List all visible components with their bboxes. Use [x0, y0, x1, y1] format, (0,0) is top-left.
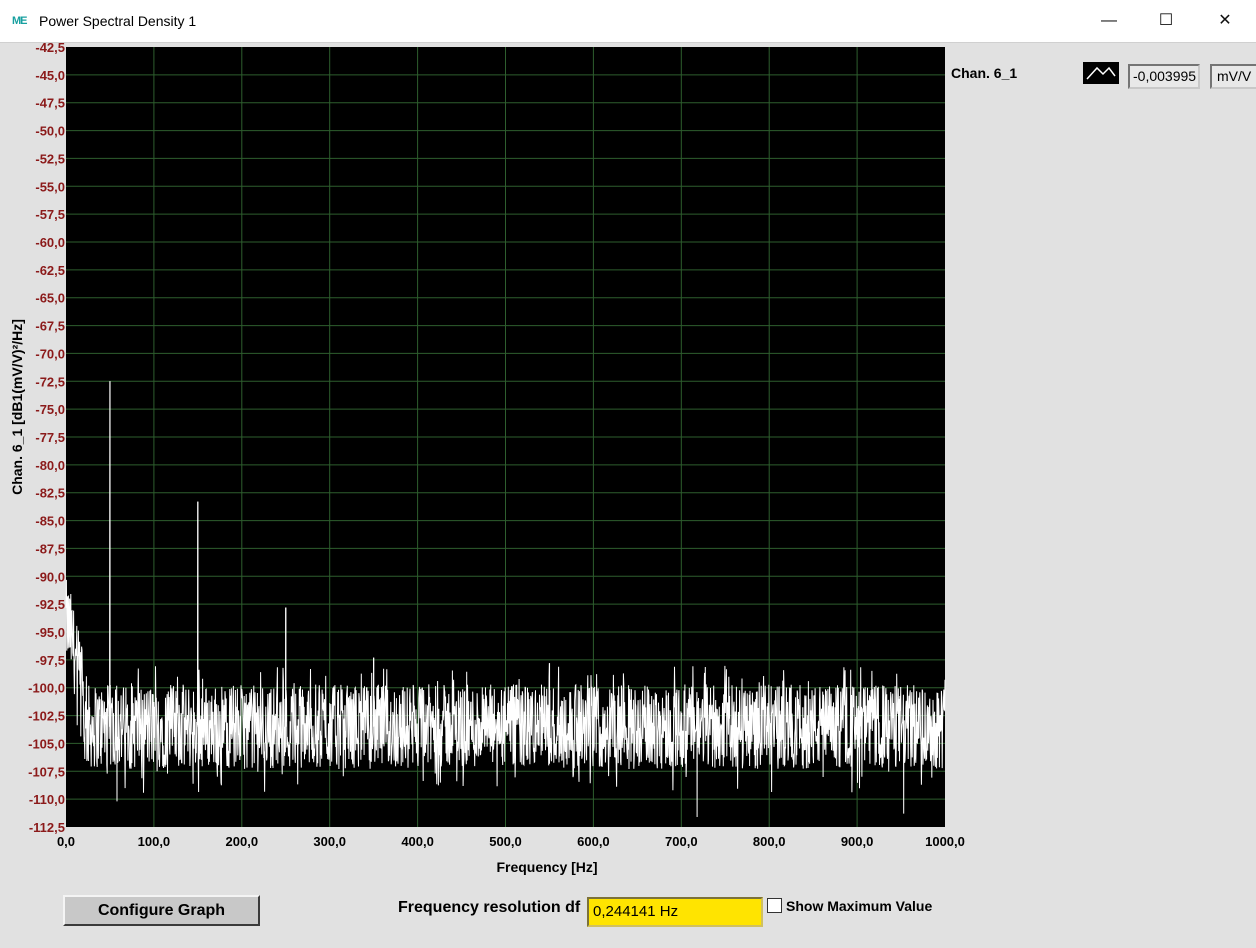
y-tick-label: -87,5 [35, 541, 65, 556]
x-tick-label: 800,0 [753, 834, 786, 849]
x-tick-label: 500,0 [489, 834, 522, 849]
window-title: Power Spectral Density 1 [39, 13, 197, 29]
y-tick-label: -97,5 [35, 653, 65, 668]
y-tick-label: -102,5 [28, 709, 65, 724]
y-tick-label: -75,0 [35, 402, 65, 417]
app-logo-icon: ME [12, 15, 28, 27]
title-bar: ME Power Spectral Density 1 — ☐ ✕ [0, 0, 1256, 43]
y-tick-label: -90,0 [35, 569, 65, 584]
x-tick-label: 300,0 [313, 834, 346, 849]
frequency-resolution-field[interactable]: 0,244141 Hz [587, 897, 763, 927]
frequency-resolution-label: Frequency resolution df [398, 899, 581, 916]
x-tick-label: 100,0 [138, 834, 171, 849]
show-maximum-checkbox[interactable] [767, 898, 782, 913]
maximize-button[interactable]: ☐ [1137, 0, 1195, 42]
y-tick-label: -60,0 [35, 235, 65, 250]
y-tick-label: -92,5 [35, 597, 65, 612]
y-tick-label: -55,0 [35, 179, 65, 194]
y-tick-label: -70,0 [35, 346, 65, 361]
y-tick-label: -105,0 [28, 736, 65, 751]
x-tick-label: 0,0 [57, 834, 75, 849]
y-axis-label: Chan. 6_1 [dB1(mV/V)²/Hz] [9, 319, 25, 495]
configure-graph-button[interactable]: Configure Graph [63, 895, 260, 926]
x-axis-label: Frequency [Hz] [496, 859, 597, 875]
minimize-button[interactable]: — [1080, 0, 1138, 42]
x-tick-label: 400,0 [401, 834, 434, 849]
y-tick-label: -52,5 [35, 151, 65, 166]
x-tick-label: 900,0 [841, 834, 874, 849]
close-button[interactable]: ✕ [1196, 0, 1254, 42]
y-tick-label: -65,0 [35, 291, 65, 306]
legend-channel-name: Chan. 6_1 [951, 65, 1018, 81]
unit-field[interactable]: mV/V [1210, 64, 1256, 89]
y-axis-ticks: -42,5 -45,0 -47,5 -50,0 -52,5 -55,0 -57,5 -60,0… [28, 42, 65, 835]
x-tick-label: 600,0 [577, 834, 610, 849]
x-axis-ticks: 0,0 100,0 200,0 300,0 400,0 500,0 600,0 700,0 80… [57, 834, 965, 849]
y-tick-label: -42,5 [35, 42, 65, 55]
y-tick-label: -77,5 [35, 430, 65, 445]
x-tick-label: 700,0 [665, 834, 698, 849]
legend-line-swatch-icon[interactable] [1083, 62, 1119, 84]
y-tick-label: -82,5 [35, 486, 65, 501]
y-tick-label: -72,5 [35, 374, 65, 389]
y-tick-label: -67,5 [35, 319, 65, 334]
y-tick-label: -95,0 [35, 625, 65, 640]
cursor-value-field[interactable]: -0,003995 [1128, 64, 1200, 89]
show-maximum-label: Show Maximum Value [786, 898, 933, 914]
y-tick-label: -80,0 [35, 458, 65, 473]
x-tick-label: 200,0 [226, 834, 259, 849]
y-tick-label: -107,5 [28, 764, 65, 779]
y-tick-label: -62,5 [35, 263, 65, 278]
y-tick-label: -100,0 [28, 681, 65, 696]
y-tick-label: -47,5 [35, 96, 65, 111]
y-tick-label: -57,5 [35, 207, 65, 222]
psd-chart: -42,5 -45,0 -47,5 -50,0 -52,5 -55,0 -57,5 -60,0… [9, 42, 965, 875]
y-tick-label: -112,5 [29, 820, 65, 835]
y-tick-label: -45,0 [35, 68, 65, 83]
x-tick-label: 1000,0 [925, 834, 965, 849]
y-tick-label: -110,0 [29, 792, 65, 807]
y-tick-label: -85,0 [35, 514, 65, 529]
y-tick-label: -50,0 [35, 124, 65, 139]
